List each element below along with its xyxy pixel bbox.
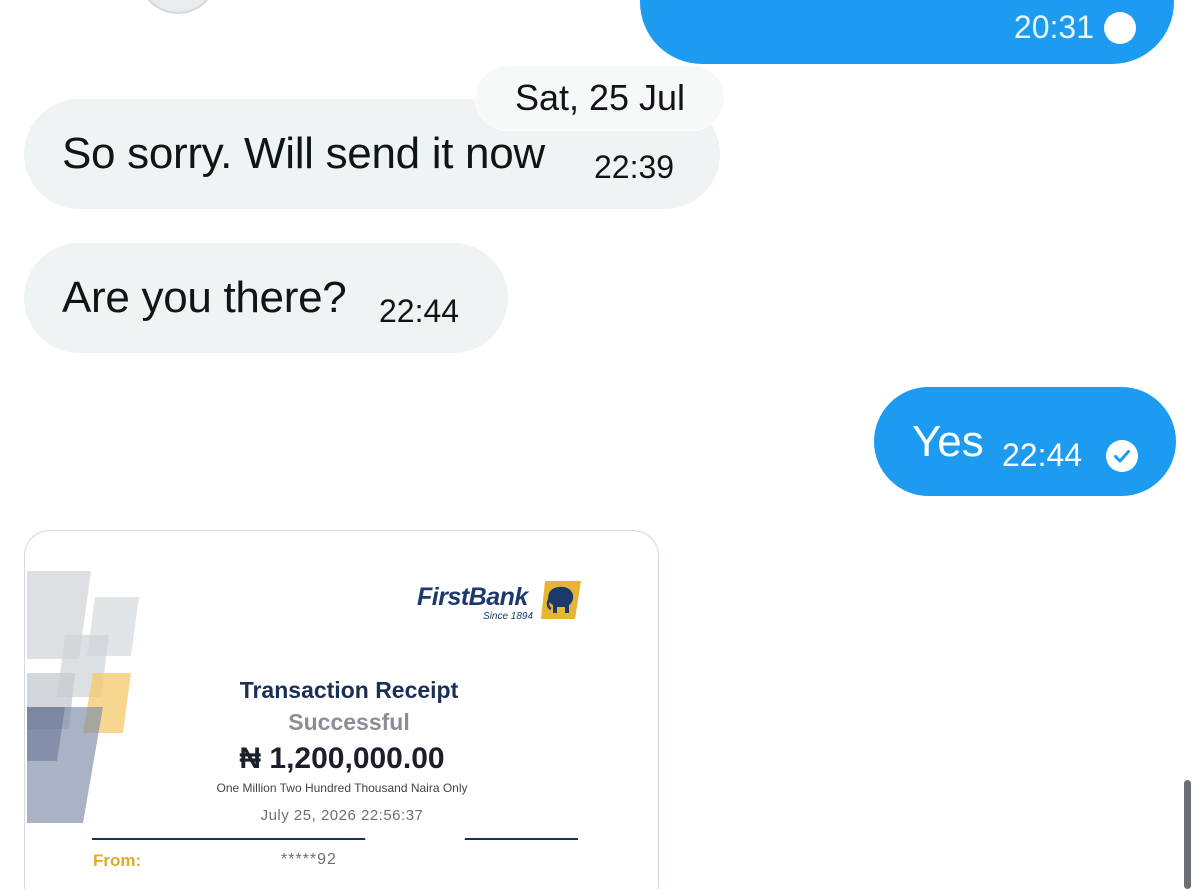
firstbank-logo: FirstBank Since 1894 xyxy=(417,579,587,625)
chat-screen: 20:31 So sorry. Will send it now 22:39 S… xyxy=(0,0,1200,889)
outgoing-message-bubble[interactable]: 20:31 xyxy=(640,0,1174,64)
receipt-amount-words: One Million Two Hundred Thousand Naira O… xyxy=(216,781,468,795)
receipt-title: Transaction Receipt xyxy=(239,677,459,703)
receipt-divider-gap xyxy=(365,834,465,842)
message-text: So sorry. Will send it now xyxy=(62,129,545,178)
avatar[interactable] xyxy=(140,0,216,14)
message-time: 22:44 xyxy=(1002,437,1083,473)
receipt-from-label: From: xyxy=(93,851,142,870)
receipt-status: Successful xyxy=(288,709,410,735)
receipt-datetime: July 25, 2026 22:56:37 xyxy=(260,807,424,824)
check-circle-icon xyxy=(1104,12,1136,44)
check-circle-icon xyxy=(1106,440,1138,472)
elephant-logo-icon xyxy=(541,581,581,619)
outgoing-message-bubble[interactable]: Yes 22:44 xyxy=(874,387,1176,496)
scrollbar-thumb[interactable] xyxy=(1184,780,1191,889)
incoming-message-bubble[interactable]: Are you there? 22:44 xyxy=(24,243,508,353)
receipt-from-value: *****92 xyxy=(281,851,337,868)
receipt-amount: ₦ 1,200,000.00 xyxy=(239,742,445,775)
message-time: 22:44 xyxy=(379,293,460,329)
date-divider: Sat, 25 Jul xyxy=(476,66,724,130)
message-text: Are you there? xyxy=(62,273,347,322)
receipt-divider xyxy=(92,838,578,840)
receipt-image-attachment[interactable]: FirstBank Since 1894 Transaction Receipt… xyxy=(24,530,659,889)
message-time: 22:39 xyxy=(594,149,675,185)
message-time: 20:31 xyxy=(1013,9,1094,45)
message-text: Yes xyxy=(912,417,984,466)
bank-name: FirstBank xyxy=(417,583,528,611)
bank-since: Since 1894 xyxy=(483,611,534,622)
